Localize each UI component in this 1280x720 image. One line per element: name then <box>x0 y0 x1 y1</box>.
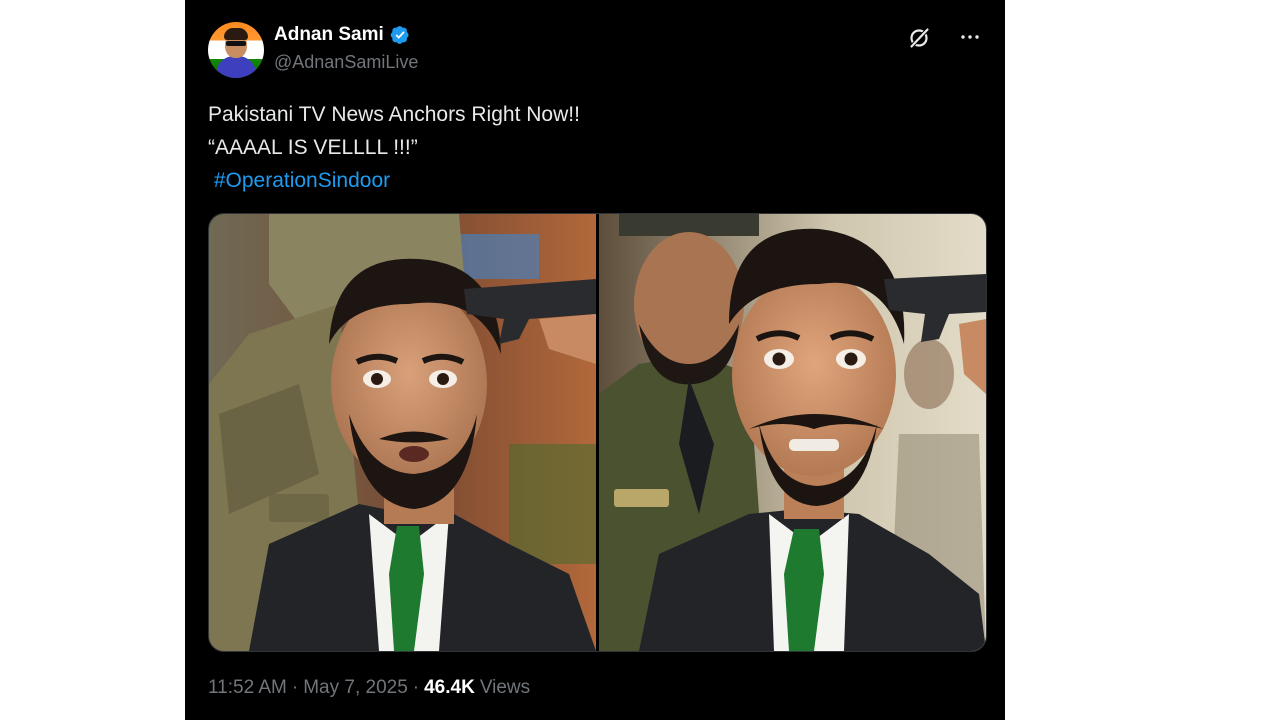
tweet-text-line-1: Pakistani TV News Anchors Right Now!! <box>208 103 580 126</box>
views-label: Views <box>479 677 531 698</box>
tweet-header: Adnan Sami @AdnanSamiLive <box>208 21 985 81</box>
anchor-photo-right <box>599 214 986 651</box>
author-name-row[interactable]: Adnan Sami <box>274 24 410 46</box>
tweet-card: Adnan Sami @AdnanSamiLive Pakistani TV N… <box>185 0 1005 720</box>
tweet-media <box>208 213 987 652</box>
avatar-glasses <box>226 41 246 46</box>
tweet-time[interactable]: 11:52 AM <box>208 677 287 699</box>
media-photo-1[interactable] <box>209 214 596 651</box>
more-icon[interactable] <box>958 25 982 49</box>
verified-badge-icon <box>390 26 409 44</box>
grok-icon[interactable] <box>907 26 931 50</box>
meta-separator-2: · <box>412 677 420 698</box>
media-photo-2[interactable] <box>599 214 986 651</box>
meta-separator-1: · <box>291 677 299 698</box>
tweet-text: Pakistani TV News Anchors Right Now!! “A… <box>208 98 978 197</box>
avatar-shirt <box>216 56 256 78</box>
tweet-text-line-2: “AAAAL IS VELLLL !!!” <box>208 136 418 159</box>
anchor-photo-left <box>209 214 596 651</box>
tweet-meta: 11:52 AM · May 7, 2025 · 46.4K Views <box>208 677 530 699</box>
author-display-name[interactable]: Adnan Sami <box>274 24 384 46</box>
views-count: 46.4K <box>424 677 475 698</box>
hashtag-link[interactable]: #OperationSindoor <box>208 164 978 197</box>
tweet-date[interactable]: May 7, 2025 <box>303 677 408 699</box>
author-handle[interactable]: @AdnanSamiLive <box>274 52 418 73</box>
avatar[interactable] <box>208 22 264 78</box>
avatar-hair <box>224 28 248 40</box>
